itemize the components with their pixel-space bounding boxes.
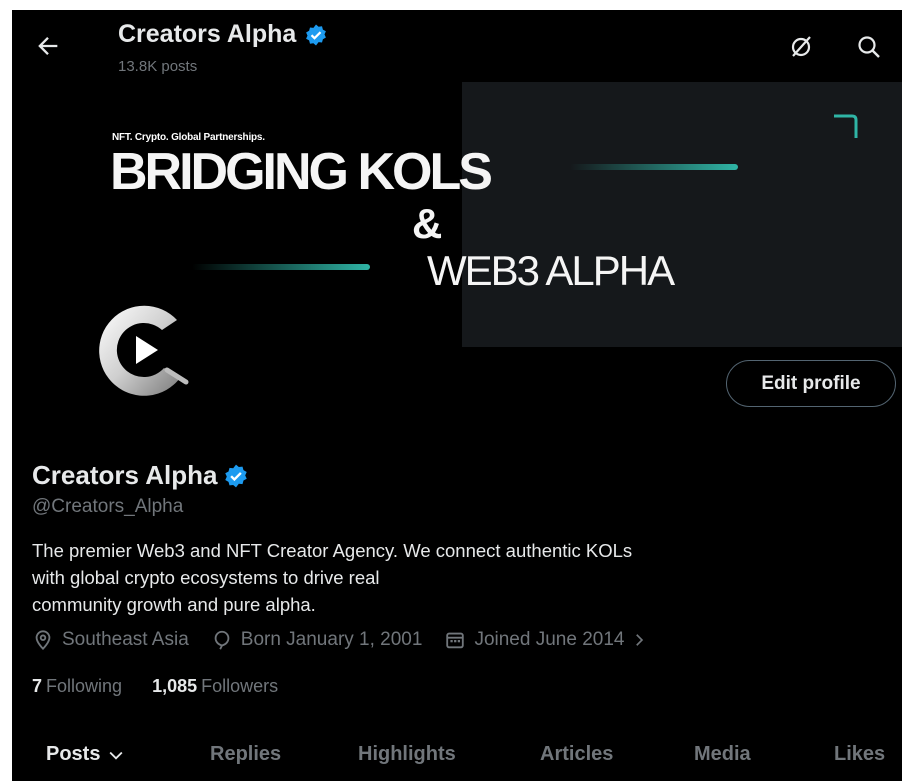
banner-accent-line: [570, 164, 738, 170]
tab-highlights[interactable]: Highlights: [358, 743, 456, 766]
search-button[interactable]: [854, 32, 884, 62]
grok-icon: [791, 36, 811, 57]
avatar[interactable]: [82, 290, 202, 410]
location: Southeast Asia: [32, 629, 189, 651]
tab-articles[interactable]: Articles: [540, 743, 613, 766]
chevron-down-icon: [109, 751, 123, 760]
header-title-row: Creators Alpha: [118, 20, 328, 49]
balloon-icon: [214, 630, 230, 650]
profile-handle: @Creators_Alpha: [32, 496, 184, 517]
followers-link[interactable]: 1,085 Followers: [152, 676, 278, 697]
bio-line: The premier Web3 and NFT Creator Agency.…: [32, 540, 633, 561]
verified-badge-icon[interactable]: [223, 463, 249, 489]
location-text: Southeast Asia: [62, 629, 189, 650]
following-link[interactable]: 7 Following: [32, 676, 122, 697]
tab-replies[interactable]: Replies: [210, 743, 281, 766]
profile-header: Creators Alpha 13.8K posts: [12, 10, 902, 80]
tab-posts[interactable]: Posts: [46, 743, 126, 766]
calendar-icon: [446, 632, 465, 649]
banner-ampersand: &: [412, 200, 443, 247]
tab-label: Posts: [46, 743, 101, 765]
location-pin-icon: [35, 630, 51, 651]
followers-count: 1,085: [152, 676, 198, 696]
profile-meta: Southeast Asia Born January 1, 2001 Join…: [32, 629, 678, 651]
edit-profile-button[interactable]: Edit profile: [726, 360, 896, 407]
back-button[interactable]: [34, 32, 62, 60]
creators-alpha-logo-icon: [99, 305, 189, 396]
profile-page: Creators Alpha 13.8K posts NFT. Crypto. …: [12, 10, 902, 781]
arrow-left-icon: [38, 37, 58, 55]
verified-badge-icon: [306, 24, 327, 45]
banner-headline-1: BRIDGING KOLS: [110, 143, 493, 201]
joined-date[interactable]: Joined June 2014: [444, 629, 656, 651]
bio-line: community growth and pure alpha.: [32, 594, 316, 615]
banner-accent-line: [192, 264, 370, 270]
posts-count: 13.8K posts: [118, 58, 198, 75]
grok-button[interactable]: [786, 32, 816, 62]
following-count: 7: [32, 676, 43, 696]
bio-line: with global crypto ecosystems to drive r…: [32, 567, 380, 588]
profile-bio: The premier Web3 and NFT Creator Agency.…: [32, 537, 852, 618]
corner-bracket-icon: [834, 114, 858, 138]
profile-name-row: Creators Alpha: [32, 460, 249, 491]
following-label: Following: [46, 676, 123, 696]
profile-tabs: Posts Replies Highlights Articles Media …: [12, 735, 902, 781]
header-title: Creators Alpha: [118, 20, 297, 48]
profile-name: Creators Alpha: [32, 460, 218, 490]
follow-stats: 7 Following 1,085 Followers: [32, 676, 278, 697]
tab-likes[interactable]: Likes: [834, 743, 885, 766]
birthday-text: Born January 1, 2001: [240, 629, 423, 650]
tab-media[interactable]: Media: [694, 743, 751, 766]
banner-headline-2: WEB3 ALPHA: [427, 247, 675, 294]
followers-label: Followers: [201, 676, 279, 696]
birthday: Born January 1, 2001: [211, 629, 423, 651]
search-icon: [858, 36, 880, 58]
joined-text: Joined June 2014: [474, 629, 625, 650]
chevron-right-icon: [636, 634, 644, 646]
